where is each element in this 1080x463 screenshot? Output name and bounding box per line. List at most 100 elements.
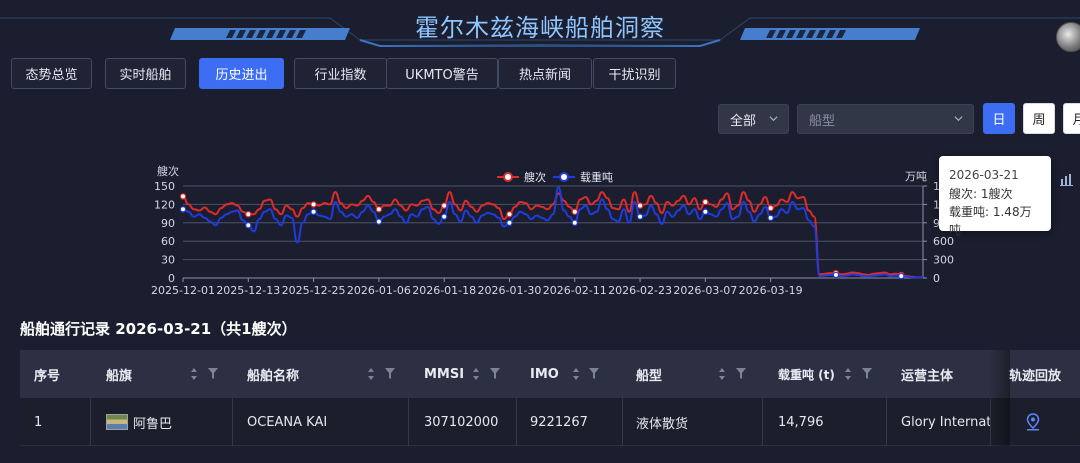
cell-operator: Glory International xyxy=(901,414,991,430)
flag-icon xyxy=(106,414,128,430)
series-point xyxy=(179,193,187,200)
track-playback-button[interactable] xyxy=(1025,398,1041,446)
tab-ukmto-warnings[interactable]: UKMTO警告 xyxy=(386,58,498,89)
col-mmsi[interactable]: MMSI xyxy=(424,350,514,398)
x-tick-label: 2026-02-11 xyxy=(543,284,607,297)
series-point xyxy=(636,202,644,209)
legend-label: 载重吨 xyxy=(580,170,613,184)
tooltip-date: 2026-03-21 xyxy=(949,168,1019,182)
series-point xyxy=(767,214,774,222)
chevron-down-icon xyxy=(954,116,963,122)
tab-interference-detection[interactable]: 干扰识别 xyxy=(593,58,676,89)
sort-icon[interactable] xyxy=(367,367,375,381)
col-label: 运营主体 xyxy=(901,368,954,384)
column-divider xyxy=(232,398,233,446)
tab-realtime-ships[interactable]: 实时船舶 xyxy=(105,58,186,89)
cell-ship-name: OCEANA KAI xyxy=(247,414,328,430)
chevron-down-icon xyxy=(769,116,778,122)
series-point xyxy=(375,206,383,213)
col-label: IMO xyxy=(530,366,559,382)
col-imo[interactable]: IMO xyxy=(530,350,620,398)
granularity-label: 日 xyxy=(992,113,1006,128)
filter-icon[interactable] xyxy=(589,368,599,379)
col-flag[interactable]: 船旗 xyxy=(106,350,232,398)
sort-icon[interactable] xyxy=(572,367,580,381)
granularity-day-button[interactable]: 日 xyxy=(983,103,1015,134)
filter-icon[interactable] xyxy=(208,368,218,379)
y-tick-label-left: 30 xyxy=(161,254,175,267)
sort-icon[interactable] xyxy=(472,367,480,381)
column-divider xyxy=(408,398,409,446)
x-tick-label: 2025-12-25 xyxy=(282,284,346,297)
series-point xyxy=(571,219,578,227)
app-header: 霍尔木兹海峡船舶洞察 xyxy=(0,0,1080,52)
col-operator: 运营主体 xyxy=(901,350,953,398)
granularity-label: 月 xyxy=(1072,113,1080,128)
series-point xyxy=(571,208,578,215)
col-ship-type[interactable]: 船型 xyxy=(636,350,750,398)
filter-icon[interactable] xyxy=(385,368,395,379)
y-tick-label-left: 90 xyxy=(161,217,175,230)
y-tick-label-left: 60 xyxy=(161,235,175,248)
col-label: 轨迹回放 xyxy=(1009,368,1062,384)
series-point xyxy=(310,201,317,208)
series-point xyxy=(832,271,840,279)
tab-situation-overview[interactable]: 态势总览 xyxy=(11,58,92,89)
ship-type-select[interactable]: 船型 xyxy=(797,104,974,134)
series-line-count xyxy=(182,191,923,279)
avatar[interactable] xyxy=(1056,22,1080,52)
sort-icon[interactable] xyxy=(190,367,198,381)
col-label: 船型 xyxy=(636,368,663,384)
y-tick-label-right: 0 xyxy=(933,272,940,285)
series-point xyxy=(440,202,448,209)
cell-ship-type: 液体散货 xyxy=(636,416,689,432)
cell-dwt: 14,796 xyxy=(778,414,824,430)
filter-icon[interactable] xyxy=(736,368,746,379)
series-point xyxy=(506,211,513,218)
tab-label: 热点新闻 xyxy=(518,68,571,83)
col-label: 船旗 xyxy=(106,368,133,384)
tab-label: 态势总览 xyxy=(25,68,78,83)
legend-swatch-marker xyxy=(559,172,569,182)
sort-icon[interactable] xyxy=(718,367,726,381)
series-point xyxy=(636,213,644,220)
col-dwt[interactable]: 载重吨 (t) xyxy=(778,350,888,398)
sort-icon[interactable] xyxy=(844,367,852,381)
filter-icon[interactable] xyxy=(490,368,500,379)
tab-label: 历史进出 xyxy=(215,68,268,83)
bar-chart-icon[interactable] xyxy=(1060,172,1074,186)
tab-label: UKMTO警告 xyxy=(405,68,479,83)
fixed-column-shadow xyxy=(988,350,1010,446)
right-axis-title: 万吨 xyxy=(905,170,927,183)
tab-history-traffic[interactable]: 历史进出 xyxy=(199,58,284,89)
col-label: 船舶名称 xyxy=(247,368,300,384)
series-point xyxy=(440,213,448,220)
series-point xyxy=(898,272,905,280)
cell-imo: 9221267 xyxy=(530,414,588,430)
tab-label: 实时船舶 xyxy=(119,68,172,83)
filter-icon[interactable] xyxy=(862,368,872,379)
direction-select[interactable]: 全部 xyxy=(718,104,789,134)
col-label: 序号 xyxy=(34,368,61,384)
tooltip-count: 艘次: 1艘次 xyxy=(949,187,1013,201)
tab-hot-news[interactable]: 热点新闻 xyxy=(498,58,592,89)
records-title: 船舶通行记录 2026-03-21（共1艘次） xyxy=(20,320,297,338)
granularity-label: 周 xyxy=(1032,113,1046,128)
x-tick-label: 2025-12-13 xyxy=(216,284,280,297)
x-tick-label: 2026-01-18 xyxy=(412,284,476,297)
series-point xyxy=(375,218,383,225)
granularity-month-button[interactable]: 月 xyxy=(1063,103,1080,134)
tab-industry-index[interactable]: 行业指数 xyxy=(294,58,387,89)
table-header: 序号 船旗 船舶名称 MMSI IMO 船型 载重吨 (t) 运营主体 轨迹回放 xyxy=(20,350,1080,398)
x-tick-label: 2026-03-07 xyxy=(673,284,737,297)
legend-label: 艘次 xyxy=(524,170,546,184)
col-ship-name[interactable]: 船舶名称 xyxy=(247,350,401,398)
series-point xyxy=(245,211,252,218)
series-point xyxy=(310,208,317,215)
cell-index: 1 xyxy=(34,414,43,430)
table-row[interactable]: 1 阿鲁巴 OCEANA KAI 307102000 9221267 液体散货 … xyxy=(20,398,1080,446)
granularity-week-button[interactable]: 周 xyxy=(1023,103,1055,134)
location-pin-icon[interactable] xyxy=(1025,413,1041,431)
col-label: MMSI xyxy=(424,366,465,382)
series-point xyxy=(506,219,513,227)
